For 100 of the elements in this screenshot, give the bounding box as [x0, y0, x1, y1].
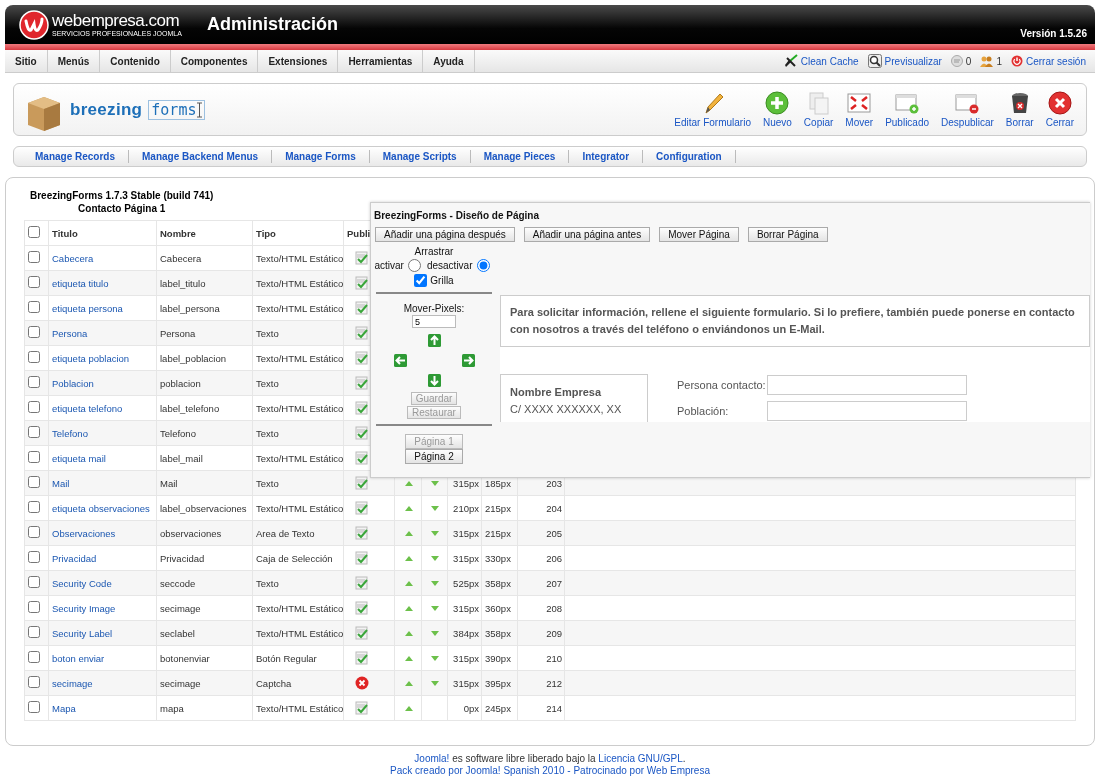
- move-down-icon[interactable]: [431, 680, 439, 686]
- toolbar-button[interactable]: Nuevo: [756, 91, 798, 128]
- move-down-icon[interactable]: [431, 480, 439, 486]
- row-checkbox[interactable]: [28, 351, 40, 363]
- radio-button[interactable]: [407, 259, 421, 272]
- table-cell: Texto: [256, 477, 279, 489]
- move-up-icon[interactable]: [404, 655, 413, 661]
- header-link[interactable]: Clean Cache: [800, 55, 859, 67]
- arrow-left-icon[interactable]: [393, 353, 407, 367]
- move-up-icon[interactable]: [404, 580, 413, 586]
- admin-title: Administración: [207, 14, 340, 35]
- toolbar-button[interactable]: Borrar: [999, 91, 1040, 128]
- row-checkbox[interactable]: [28, 276, 40, 288]
- move-up-icon[interactable]: [404, 530, 413, 536]
- move-down-icon[interactable]: [431, 555, 439, 561]
- input-field[interactable]: [766, 375, 967, 395]
- row-checkbox[interactable]: [28, 376, 40, 388]
- move-up-icon[interactable]: [404, 505, 413, 511]
- footer-link[interactable]: Licencia GNU/GPL: [598, 753, 683, 764]
- row-checkbox[interactable]: [28, 451, 40, 463]
- table-cell: Texto/HTML Estático: [256, 502, 343, 514]
- credits-link[interactable]: Pack creado por Joomla! Spanish 2010 - Patrocinado por Web Empresa: [390, 765, 710, 776]
- submenu-link[interactable]: Manage Pieces: [470, 150, 570, 163]
- submenu-link[interactable]: Integrator: [569, 150, 644, 163]
- submenu-link[interactable]: Manage Scripts: [369, 150, 471, 163]
- page-action-button[interactable]: Añadir una página antes: [523, 227, 651, 242]
- toolbar-button[interactable]: Despublicar: [935, 91, 1000, 128]
- row-checkbox[interactable]: [28, 701, 40, 713]
- title-link[interactable]: Poblacion: [52, 377, 94, 389]
- arrow-down-icon[interactable]: [427, 373, 441, 387]
- move-down-icon[interactable]: [431, 580, 439, 586]
- menu-item[interactable]: Componentes: [170, 50, 259, 72]
- intro-text: Para solicitar información, rellene el siguiente formulario. Si lo prefiere, también puede ponerse en contacto con nosotros a través del teléfono o enviándonos un E-Mail.: [500, 295, 1090, 347]
- move-down-icon[interactable]: [431, 505, 439, 511]
- menu-item[interactable]: Contenido: [100, 50, 171, 72]
- toolbar-button[interactable]: Publicado: [879, 91, 936, 128]
- menu-item[interactable]: Menús: [47, 50, 101, 72]
- move-up-icon[interactable]: [404, 705, 413, 711]
- header-link[interactable]: Cerrar sesión: [1025, 55, 1086, 67]
- table-cell: 210: [546, 652, 562, 664]
- submenu-link[interactable]: Configuration: [643, 150, 736, 163]
- toolbar-button[interactable]: Cerrar: [1039, 91, 1080, 128]
- menu-item[interactable]: Extensiones: [258, 50, 339, 72]
- row-checkbox[interactable]: [28, 651, 40, 663]
- menu-item[interactable]: Sitio: [5, 50, 48, 72]
- row-checkbox[interactable]: [28, 476, 40, 488]
- move-up-icon[interactable]: [404, 480, 413, 486]
- move-down-icon[interactable]: [431, 630, 439, 636]
- header-link[interactable]: Previsualizar: [884, 55, 942, 67]
- page-action-button[interactable]: Borrar Página: [747, 227, 828, 242]
- move-up-icon[interactable]: [404, 605, 413, 611]
- submenu-link[interactable]: Manage Records: [22, 150, 130, 163]
- title-link[interactable]: Cabecera: [52, 252, 94, 264]
- toolbar-button[interactable]: Editar Formulario: [668, 91, 757, 128]
- row-checkbox[interactable]: [28, 501, 40, 513]
- row-checkbox[interactable]: [28, 626, 40, 638]
- arrow-right-icon[interactable]: [461, 353, 475, 367]
- arrow-up-icon[interactable]: [427, 333, 441, 347]
- row-checkbox[interactable]: [28, 551, 40, 563]
- title-link[interactable]: Privacidad: [52, 552, 97, 564]
- title-link[interactable]: Mapa: [52, 702, 76, 714]
- page-action-button[interactable]: Mover Página: [659, 227, 739, 242]
- row-checkbox[interactable]: [28, 401, 40, 413]
- move-down-icon[interactable]: [431, 530, 439, 536]
- title-link[interactable]: Telefono: [52, 427, 88, 439]
- move-up-icon[interactable]: [404, 680, 413, 686]
- menu-item[interactable]: Ayuda: [423, 50, 475, 72]
- move-up-icon[interactable]: [404, 630, 413, 636]
- title-link[interactable]: secimage: [52, 677, 93, 689]
- row-checkbox[interactable]: [28, 251, 40, 263]
- row-checkbox[interactable]: [28, 601, 40, 613]
- title-link[interactable]: Mail: [52, 477, 70, 489]
- table-cell: Persona: [160, 327, 196, 339]
- submenu-link[interactable]: Manage Forms: [272, 150, 370, 163]
- row-checkbox[interactable]: [28, 326, 40, 338]
- row-checkbox[interactable]: [28, 526, 40, 538]
- move-down-icon[interactable]: [431, 605, 439, 611]
- grid-checkbox[interactable]: [414, 274, 428, 287]
- input-field[interactable]: [766, 401, 967, 421]
- table-cell: label_persona: [160, 302, 220, 314]
- column-header: Publi: [347, 227, 371, 239]
- table-cell: 315px: [453, 552, 479, 564]
- toolbar-button[interactable]: Mover: [839, 91, 880, 128]
- row-checkbox[interactable]: [28, 576, 40, 588]
- row-checkbox[interactable]: [28, 426, 40, 438]
- page-action-button[interactable]: Añadir una página después: [375, 227, 515, 242]
- page-button[interactable]: Página 2: [405, 449, 463, 464]
- footer-link[interactable]: Joomla!: [414, 753, 450, 764]
- radio-button[interactable]: [476, 259, 490, 272]
- toolbar-button[interactable]: Copiar: [797, 91, 840, 128]
- move-down-icon[interactable]: [431, 655, 439, 661]
- move-up-icon[interactable]: [404, 555, 413, 561]
- submenu-link[interactable]: Manage Backend Menus: [129, 150, 273, 163]
- select-all-checkbox[interactable]: [28, 226, 40, 238]
- pixels-field[interactable]: 5: [412, 315, 456, 328]
- row-checkbox[interactable]: [28, 301, 40, 313]
- row-checkbox[interactable]: [28, 676, 40, 688]
- menu-item[interactable]: Herramientas: [338, 50, 424, 72]
- table-cell: label_titulo: [160, 277, 206, 289]
- title-link[interactable]: Persona: [52, 327, 88, 339]
